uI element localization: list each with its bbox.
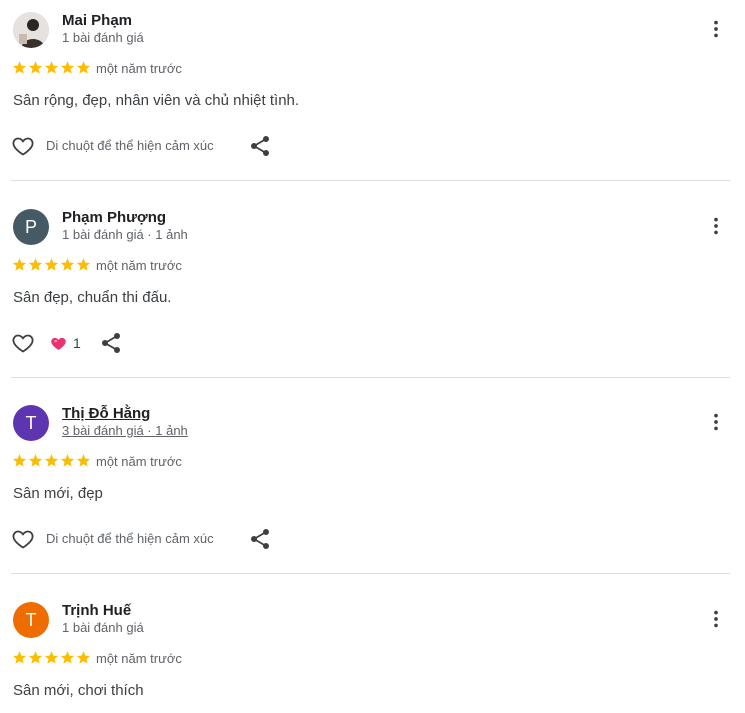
divider — [11, 377, 730, 378]
avatar[interactable] — [13, 12, 49, 48]
review-time: một năm trước — [96, 651, 182, 666]
review-text: Sân mới, đẹp — [13, 485, 103, 502]
review-time: một năm trước — [96, 61, 182, 76]
star-icon — [28, 454, 43, 467]
star-rating — [12, 60, 91, 76]
review-actions: Di chuột để thể hiện cảm xúc — [0, 525, 745, 553]
star-icon — [44, 258, 59, 271]
reviewer-meta[interactable]: 3 bài đánh giá · 1 ảnh — [62, 423, 188, 438]
review-count: 1 bài đánh giá — [62, 30, 144, 45]
star-icon — [60, 61, 75, 74]
like-heart-icon[interactable] — [11, 134, 35, 158]
divider — [11, 180, 730, 181]
star-icon — [12, 61, 27, 74]
star-icon — [76, 61, 91, 74]
reviewer-meta: 1 bài đánh giá — [62, 30, 144, 45]
reaction-hint: Di chuột để thể hiện cảm xúc — [46, 138, 214, 153]
star-icon — [60, 258, 75, 271]
star-icon — [76, 454, 91, 467]
share-icon[interactable] — [248, 527, 272, 551]
review-text: Sân rộng, đẹp, nhân viên và chủ nhiệt tì… — [13, 92, 300, 109]
review-text: Sân đẹp, chuẩn thi đấu. — [13, 289, 172, 306]
reaction-hint: Di chuột để thể hiện cảm xúc — [46, 531, 214, 546]
star-icon — [44, 454, 59, 467]
star-icon — [12, 454, 27, 467]
heart-reaction-icon — [51, 337, 66, 350]
avatar[interactable]: T — [13, 602, 49, 638]
avatar-photo-icon — [13, 12, 49, 48]
star-icon — [60, 454, 75, 467]
reviewer-name[interactable]: Trịnh Huế — [62, 602, 131, 619]
star-rating — [12, 453, 91, 469]
review-text: Sân mới, chơi thích — [13, 682, 144, 699]
reviewer-meta: 1 bài đánh giá — [62, 620, 144, 635]
star-icon — [12, 651, 27, 664]
star-icon — [28, 651, 43, 664]
star-icon — [60, 651, 75, 664]
star-icon — [28, 61, 43, 74]
review-count: 1 bài đánh giá — [62, 227, 144, 242]
star-icon — [76, 258, 91, 271]
like-heart-icon[interactable] — [11, 331, 35, 355]
reviewer-name[interactable]: Phạm Phượng — [62, 209, 166, 226]
star-icon — [44, 651, 59, 664]
star-icon — [44, 61, 59, 74]
more-options-icon[interactable] — [705, 608, 727, 630]
review-count: 1 bài đánh giá — [62, 620, 144, 635]
star-rating — [12, 257, 91, 273]
reaction-summary[interactable]: 1 — [50, 332, 81, 354]
avatar-letter: T — [25, 412, 37, 433]
avatar-letter: T — [25, 609, 37, 630]
avatar[interactable]: P — [13, 209, 49, 245]
reviewer-name[interactable]: Mai Phạm — [62, 12, 132, 29]
avatar-letter: P — [24, 216, 37, 237]
more-options-icon[interactable] — [705, 215, 727, 237]
share-icon[interactable] — [99, 331, 123, 355]
review-time: một năm trước — [96, 454, 182, 469]
reviewer-meta: 1 bài đánh giá · 1 ảnh — [62, 227, 188, 242]
divider — [11, 573, 730, 574]
review-actions: 1 — [0, 329, 745, 357]
star-icon — [28, 258, 43, 271]
review-count[interactable]: 3 bài đánh giá — [62, 423, 144, 438]
like-heart-icon[interactable] — [11, 527, 35, 551]
share-icon[interactable] — [248, 134, 272, 158]
photo-count[interactable]: 1 ảnh — [155, 423, 188, 438]
more-options-icon[interactable] — [705, 18, 727, 40]
more-options-icon[interactable] — [705, 411, 727, 433]
reviewer-name[interactable]: Thị Đỗ Hằng — [62, 405, 150, 422]
star-icon — [12, 258, 27, 271]
star-icon — [76, 651, 91, 664]
reaction-count: 1 — [73, 335, 81, 351]
review-time: một năm trước — [96, 258, 182, 273]
star-rating — [12, 650, 91, 666]
avatar[interactable]: T — [13, 405, 49, 441]
review-actions: Di chuột để thể hiện cảm xúc — [0, 132, 745, 160]
photo-count: 1 ảnh — [155, 227, 188, 242]
